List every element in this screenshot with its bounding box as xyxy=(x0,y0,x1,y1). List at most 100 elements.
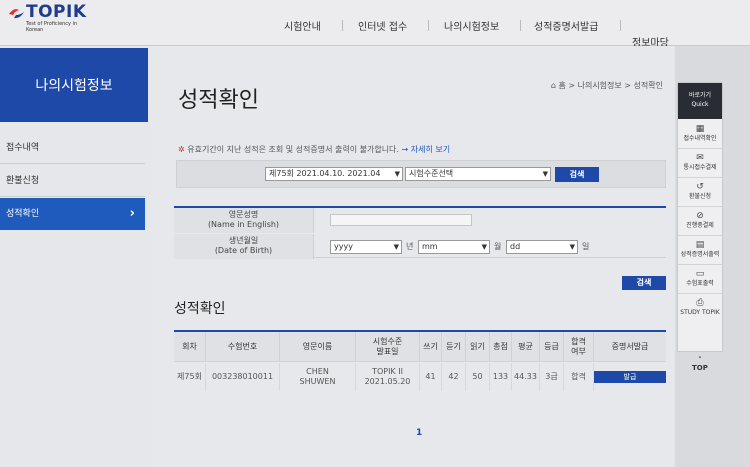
breadcrumb: ⌂ 홈 > 나의시험정보 > 성적확인 xyxy=(551,80,663,91)
nav-item-my-test-info[interactable]: 나의시험정보 xyxy=(444,18,499,33)
issue-certificate-button[interactable]: 발급 xyxy=(594,371,666,383)
header: TOPIK Test of Proficiency in Korean 시험안내… xyxy=(0,0,750,49)
birth-year-value: yyyy xyxy=(334,242,353,251)
cell-average: 44.33 xyxy=(512,363,540,391)
dob-label-en: (Date of Birth) xyxy=(214,246,273,255)
monitor-icon: ⎙ xyxy=(696,298,704,308)
month-unit-label: 월 xyxy=(494,242,502,251)
cell-level: TOPIK II 2021.05.20 xyxy=(356,363,420,391)
col-header-listening: 듣기 xyxy=(442,332,466,362)
sidebar-item-label: 성적확인 xyxy=(6,209,40,219)
sidebar-item-score-check[interactable]: 성적확인 › xyxy=(0,198,145,230)
chevron-down-icon: ▼ xyxy=(569,243,575,251)
quick-menu-title-en: Quick xyxy=(691,101,709,108)
name-label-ko: 영문성명 xyxy=(228,210,259,219)
nav-item-test-info[interactable]: 시험안내 xyxy=(284,18,321,33)
scroll-top-button[interactable]: ˄ TOP xyxy=(692,356,708,372)
col-header-name: 영문이름 xyxy=(280,332,356,362)
quick-item-refund[interactable]: ↺ 환불신청 xyxy=(678,179,722,207)
chevron-down-icon: ▼ xyxy=(393,243,399,251)
round-search-bar: 제75회 2021.04.10. 2021.04 ▼ 시험수준선택 ▼ 검색 xyxy=(176,160,666,188)
dob-row: 생년월일 (Date of Birth) yyyy ▼ 년 mm ▼ 월 dd … xyxy=(174,234,666,259)
chevron-up-icon: ˄ xyxy=(698,356,702,364)
cancel-circle-icon: ⊘ xyxy=(696,211,704,221)
dob-label: 생년월일 (Date of Birth) xyxy=(174,234,314,259)
lookup-search-button[interactable]: 검색 xyxy=(622,276,666,290)
name-row: 영문성명 (Name in English) xyxy=(174,208,666,233)
cell-listening: 42 xyxy=(442,363,466,391)
mail-icon: ✉ xyxy=(696,153,704,163)
home-icon[interactable]: ⌂ xyxy=(551,81,556,90)
calendar-icon: ▦ xyxy=(695,124,705,134)
day-unit-label: 일 xyxy=(582,242,590,251)
col-header-round: 회차 xyxy=(174,332,206,362)
col-header-average: 평균 xyxy=(512,332,540,362)
results-title: 성적확인 xyxy=(174,301,226,317)
quick-menu-header: 바로가기 Quick xyxy=(678,83,722,119)
notice-text: 유효기간이 지난 성적은 조회 및 성적증명서 출력이 불가합니다. xyxy=(187,145,399,154)
nav-item-online-registration[interactable]: 인터넷 접수 xyxy=(358,18,407,33)
cell-name: CHEN SHUWEN xyxy=(280,363,356,391)
col-header-total: 총점 xyxy=(490,332,512,362)
round-search-button[interactable]: 검색 xyxy=(555,167,599,182)
birth-day-select[interactable]: dd ▼ xyxy=(506,240,578,254)
sidebar: 나의시험정보 접수내역 환불신청 성적확인 › xyxy=(0,46,150,467)
col-header-reading: 읽기 xyxy=(466,332,490,362)
sidebar-item-label: 접수내역 xyxy=(6,143,40,153)
quick-item-study-topik[interactable]: ⎙ STUDY TOPIK xyxy=(678,295,722,329)
cell-writing: 41 xyxy=(420,363,442,391)
quick-item-admission-ticket[interactable]: ▭ 수험표출력 xyxy=(678,266,722,294)
birth-month-select[interactable]: mm ▼ xyxy=(418,240,490,254)
chevron-down-icon: ▼ xyxy=(394,170,400,178)
nav-item-certificate[interactable]: 성적증명서발급 xyxy=(534,18,598,33)
nav-divider xyxy=(428,20,429,31)
page-title: 성적확인 xyxy=(178,88,259,113)
notice-details-link[interactable]: → 자세히 보기 xyxy=(402,145,451,154)
chevron-down-icon: ▼ xyxy=(481,243,487,251)
score-table: 회차 수험번호 영문이름 시험수준 발표일 쓰기 듣기 읽기 총점 평균 등급 합… xyxy=(174,330,666,391)
test-round-value: 제75회 2021.04.10. 2021.04 xyxy=(269,169,381,178)
cell-round: 제75회 xyxy=(174,363,206,391)
dob-label-ko: 생년월일 xyxy=(228,236,259,245)
lookup-form: 영문성명 (Name in English) 생년월일 (Date of Bir… xyxy=(174,206,666,259)
birth-year-select[interactable]: yyyy ▼ xyxy=(330,240,402,254)
cell-reg-no: 003238010011 xyxy=(206,363,280,391)
validity-notice: ✲ 유효기간이 지난 성적은 조회 및 성적증명서 출력이 불가합니다. → 자… xyxy=(178,144,450,155)
test-level-value: 시험수준선택 xyxy=(409,169,454,178)
breadcrumb-path[interactable]: 홈 > 나의시험정보 > 성적확인 xyxy=(558,81,663,90)
cell-certificate: 발급 xyxy=(594,363,666,391)
sidebar-item-label: 환불신청 xyxy=(6,176,40,186)
main-content: 성적확인 ⌂ 홈 > 나의시험정보 > 성적확인 ✲ 유효기간이 지난 성적은 … xyxy=(150,46,675,467)
sidebar-item-registration-history[interactable]: 접수내역 xyxy=(0,132,145,164)
top-label: TOP xyxy=(692,364,708,372)
col-header-writing: 쓰기 xyxy=(420,332,442,362)
quick-item-registration-check[interactable]: ▦ 접수내역확인 xyxy=(678,121,722,149)
notice-bullet-icon: ✲ xyxy=(178,145,185,154)
year-unit-label: 년 xyxy=(406,242,414,251)
col-header-pass: 합격 여부 xyxy=(564,332,594,362)
test-level-select[interactable]: 시험수준선택 ▼ xyxy=(405,167,551,181)
chevron-right-icon: › xyxy=(129,206,135,221)
chevron-down-icon: ▼ xyxy=(542,170,548,178)
sidebar-item-refund[interactable]: 환불신청 xyxy=(0,165,145,197)
birth-day-value: dd xyxy=(510,242,521,251)
quick-menu: 바로가기 Quick ▦ 접수내역확인 ✉ 통시접수결제 ↺ 환불신청 ⊘ 진행… xyxy=(677,82,723,352)
quick-menu-title-ko: 바로가기 xyxy=(688,92,712,99)
refund-arrow-icon: ↺ xyxy=(696,182,704,192)
col-header-level: 시험수준 발표일 xyxy=(356,332,420,362)
pagination-page-1[interactable]: 1 xyxy=(416,428,422,438)
name-label-en: (Name in English) xyxy=(207,220,280,229)
sidebar-title: 나의시험정보 xyxy=(0,48,148,122)
test-round-select[interactable]: 제75회 2021.04.10. 2021.04 ▼ xyxy=(265,167,403,181)
col-header-certificate: 증명서발급 xyxy=(594,332,666,362)
quick-item-certificate-print[interactable]: ▤ 성적증명서출력 xyxy=(678,237,722,265)
cell-grade: 3급 xyxy=(540,363,564,391)
top-navigation: 시험안내 인터넷 접수 나의시험정보 성적증명서발급 정보마당 xyxy=(0,18,750,49)
quick-item-payment[interactable]: ✉ 통시접수결제 xyxy=(678,150,722,178)
cell-total: 133 xyxy=(490,363,512,391)
quick-item-pending-payment[interactable]: ⊘ 진행중결제 xyxy=(678,208,722,236)
document-icon: ▤ xyxy=(695,240,705,250)
col-header-reg-no: 수험번호 xyxy=(206,332,280,362)
nav-divider xyxy=(620,20,621,31)
english-name-input[interactable] xyxy=(330,214,472,226)
